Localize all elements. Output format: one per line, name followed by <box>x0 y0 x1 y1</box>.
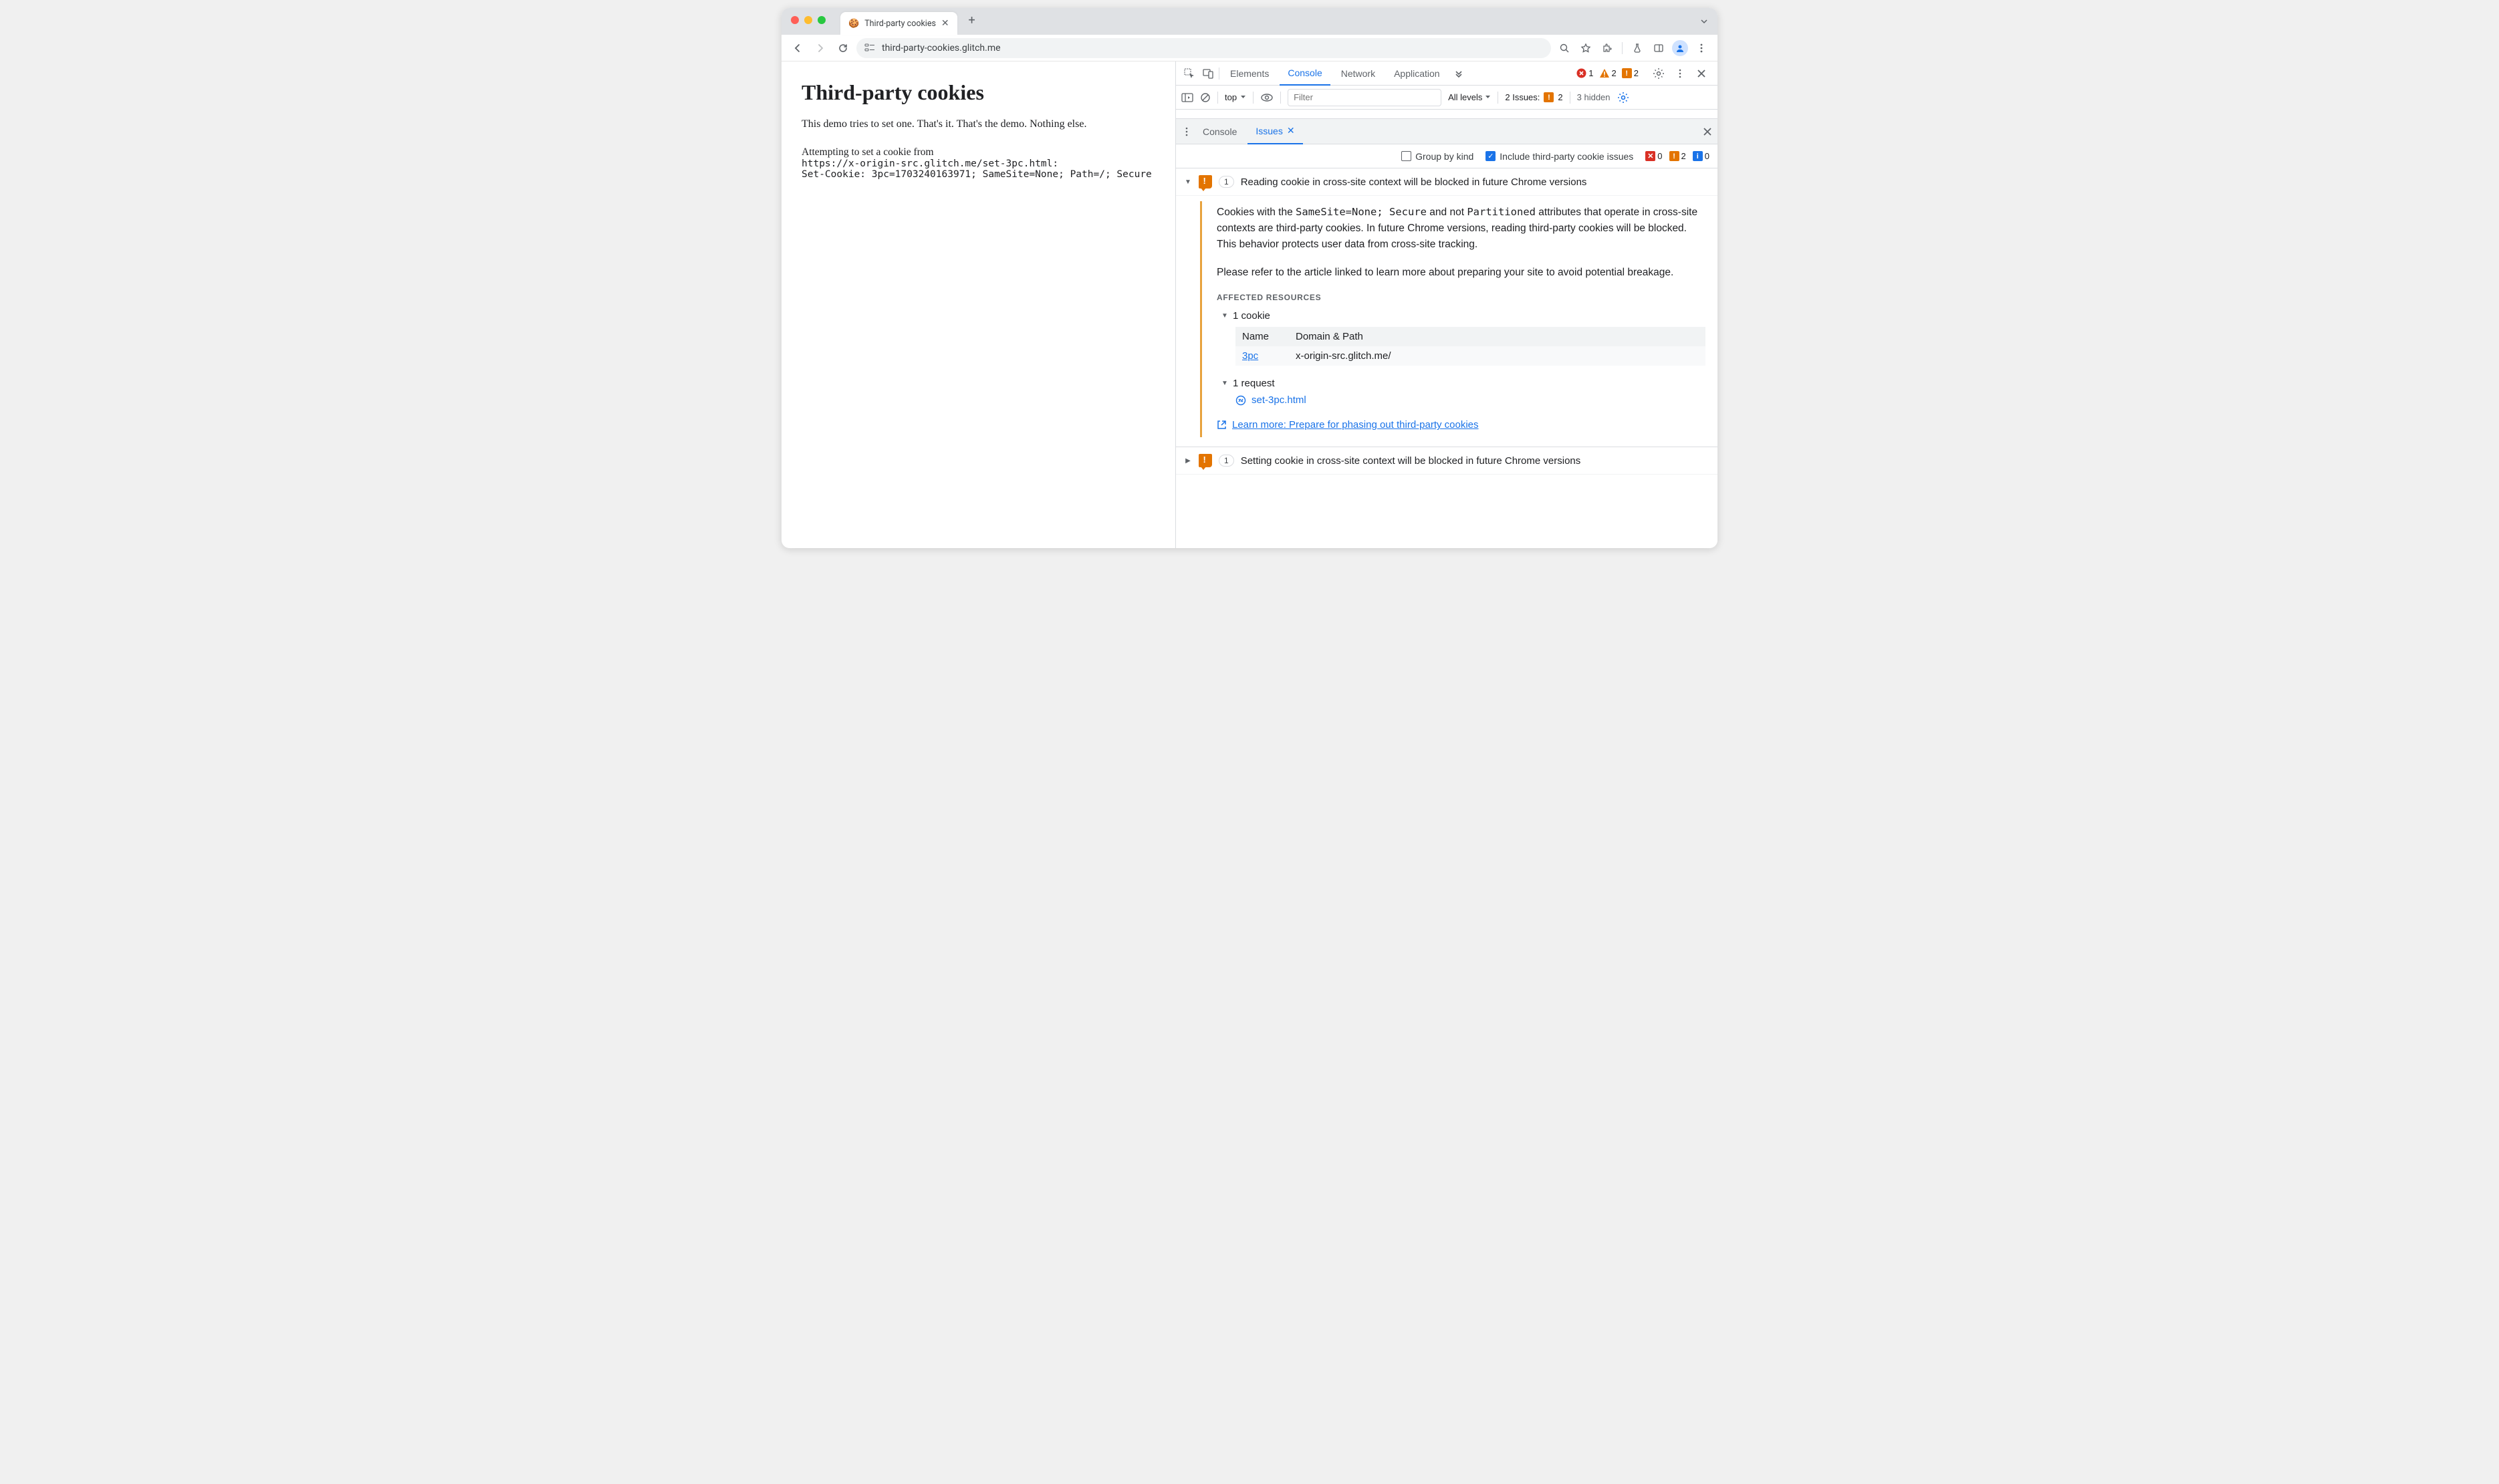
col-domain: Domain & Path <box>1296 331 1363 342</box>
issue-count-top[interactable]: ! 2 <box>1622 68 1639 78</box>
forward-button[interactable] <box>811 39 830 57</box>
tab-application[interactable]: Application <box>1386 61 1448 86</box>
tab-overflow-button[interactable] <box>1697 15 1711 28</box>
console-settings-icon[interactable] <box>1617 92 1629 104</box>
context-selector[interactable]: top <box>1225 92 1246 102</box>
reload-button[interactable] <box>834 39 852 57</box>
window-controls <box>791 16 826 24</box>
settings-icon[interactable] <box>1651 66 1667 82</box>
levels-selector[interactable]: All levels <box>1448 92 1491 102</box>
clear-console-icon[interactable] <box>1200 92 1211 103</box>
profile-avatar[interactable] <box>1671 39 1689 57</box>
issue-count-pill: 1 <box>1219 176 1234 188</box>
back-button[interactable] <box>788 39 807 57</box>
blue-issue-count: i0 <box>1693 151 1709 161</box>
more-tabs-icon[interactable] <box>1451 66 1467 82</box>
issues-list: ▼ 1 Reading cookie in cross-site context… <box>1176 168 1717 548</box>
browser-titlebar: 🍪 Third-party cookies ✕ + <box>782 8 1717 35</box>
cookie-domain: x-origin-src.glitch.me/ <box>1296 350 1391 362</box>
close-drawer-icon[interactable] <box>1703 127 1712 136</box>
issue-description-2: Please refer to the article linked to le… <box>1217 265 1705 281</box>
browser-menu-icon[interactable] <box>1692 39 1711 57</box>
drawer-tabs: Console Issues ✕ <box>1176 119 1717 144</box>
side-panel-icon[interactable] <box>1649 39 1668 57</box>
drawer-tab-console[interactable]: Console <box>1195 119 1245 144</box>
devtools-menu-icon[interactable] <box>1672 66 1688 82</box>
site-settings-icon[interactable] <box>864 43 875 53</box>
expand-icon[interactable]: ▼ <box>1184 178 1192 186</box>
cookie-section-toggle[interactable]: ▼ 1 cookie <box>1221 310 1705 322</box>
close-tab-icon[interactable]: ✕ <box>941 18 949 29</box>
table-row: 3pc x-origin-src.glitch.me/ <box>1235 346 1705 366</box>
device-toggle-icon[interactable] <box>1200 66 1216 82</box>
filter-input[interactable] <box>1288 89 1441 106</box>
issue-body: Cookies with the SameSite=None; Secure a… <box>1200 201 1717 437</box>
bookmark-icon[interactable] <box>1576 39 1595 57</box>
expand-icon[interactable]: ▶ <box>1184 457 1192 465</box>
tab-console[interactable]: Console <box>1280 61 1330 86</box>
attempt-line: Attempting to set a cookie from <box>802 146 1155 158</box>
learn-more-link[interactable]: Learn more: Prepare for phasing out thir… <box>1217 419 1705 430</box>
live-expression-icon[interactable] <box>1260 93 1274 102</box>
request-section-toggle[interactable]: ▼ 1 request <box>1221 378 1705 389</box>
tab-elements[interactable]: Elements <box>1222 61 1277 86</box>
close-window-button[interactable] <box>791 16 799 24</box>
red-issue-count: ✕0 <box>1645 151 1662 161</box>
tab-network[interactable]: Network <box>1333 61 1383 86</box>
drawer-menu-icon[interactable] <box>1181 126 1192 137</box>
extensions-icon[interactable] <box>1598 39 1617 57</box>
cookie-icon: 🍪 <box>848 19 859 29</box>
hidden-count[interactable]: 3 hidden <box>1577 92 1611 102</box>
include-3p-checkbox[interactable]: ✓ Include third-party cookie issues <box>1485 151 1633 162</box>
devtools-panel: Elements Console Network Application 1 2 <box>1176 61 1717 548</box>
new-tab-button[interactable]: + <box>963 11 981 30</box>
browser-toolbar: third-party-cookies.glitch.me <box>782 35 1717 61</box>
browser-tab[interactable]: 🍪 Third-party cookies ✕ <box>840 12 957 35</box>
issues-toolbar: Group by kind ✓ Include third-party cook… <box>1176 144 1717 168</box>
external-link-icon <box>1217 420 1227 430</box>
inspect-icon[interactable] <box>1181 66 1197 82</box>
labs-icon[interactable] <box>1628 39 1647 57</box>
close-devtools-icon[interactable] <box>1693 66 1709 82</box>
issues-link[interactable]: 2 Issues: ! 2 <box>1505 92 1562 102</box>
console-filter-bar: top All levels 2 Issues: ! 2 <box>1176 86 1717 110</box>
issue-title: Reading cookie in cross-site context wil… <box>1241 176 1587 188</box>
request-icon <box>1235 395 1246 406</box>
error-count[interactable]: 1 <box>1576 68 1593 78</box>
address-bar[interactable]: third-party-cookies.glitch.me <box>856 38 1551 58</box>
issue-description-1: Cookies with the SameSite=None; Secure a… <box>1217 204 1705 253</box>
drawer-tab-issues[interactable]: Issues ✕ <box>1247 119 1302 144</box>
cookie-table: Name Domain & Path 3pc x-origin-src.glit… <box>1235 327 1705 366</box>
issue-title: Setting cookie in cross-site context wil… <box>1241 455 1581 467</box>
issue-item[interactable]: ▼ 1 Reading cookie in cross-site context… <box>1176 168 1717 196</box>
issue-item[interactable]: ▶ 1 Setting cookie in cross-site context… <box>1176 447 1717 475</box>
issue-count-pill: 1 <box>1219 455 1234 467</box>
truncated-settings-row <box>1176 110 1717 119</box>
col-name: Name <box>1242 331 1296 342</box>
sidebar-toggle-icon[interactable] <box>1181 92 1193 103</box>
page-content: Third-party cookies This demo tries to s… <box>782 61 1176 548</box>
url-text: third-party-cookies.glitch.me <box>882 43 1001 53</box>
orange-issue-count: !2 <box>1669 151 1686 161</box>
tab-title: Third-party cookies <box>864 19 936 29</box>
page-title: Third-party cookies <box>802 80 1155 105</box>
minimize-window-button[interactable] <box>804 16 812 24</box>
request-link[interactable]: set-3pc.html <box>1235 394 1705 406</box>
devtools-tabs: Elements Console Network Application 1 2 <box>1176 61 1717 86</box>
cookie-name-link[interactable]: 3pc <box>1242 350 1258 362</box>
issue-warning-icon <box>1199 175 1212 189</box>
set-cookie-line: Set-Cookie: 3pc=1703240163971; SameSite=… <box>802 169 1155 180</box>
affected-resources-heading: AFFECTED RESOURCES <box>1217 293 1705 302</box>
group-by-kind-checkbox[interactable]: Group by kind <box>1401 151 1473 162</box>
page-intro: This demo tries to set one. That's it. T… <box>802 118 1155 130</box>
maximize-window-button[interactable] <box>818 16 826 24</box>
close-tab-x-icon[interactable]: ✕ <box>1287 125 1295 136</box>
zoom-icon[interactable] <box>1555 39 1574 57</box>
attempt-url: https://x-origin-src.glitch.me/set-3pc.h… <box>802 158 1155 169</box>
warning-count[interactable]: 2 <box>1599 68 1617 78</box>
issue-warning-icon <box>1199 454 1212 467</box>
